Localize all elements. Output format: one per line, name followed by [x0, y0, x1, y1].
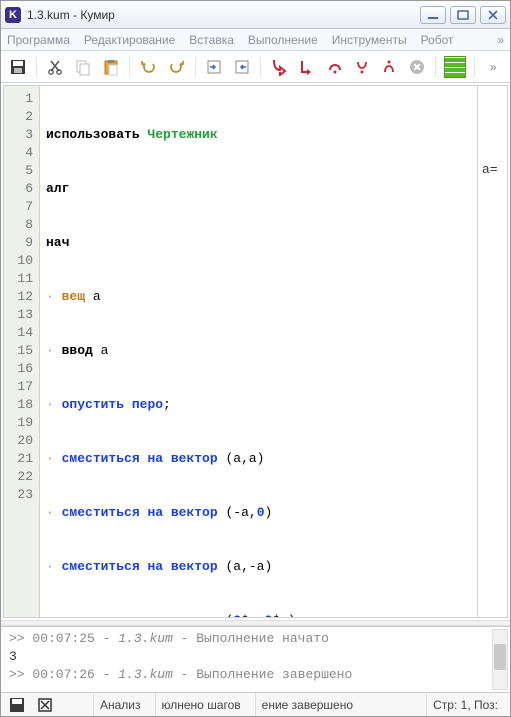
paste-icon[interactable] [100, 56, 121, 78]
indent-right-icon[interactable] [204, 56, 225, 78]
menu-run[interactable]: Выполнение [248, 33, 318, 47]
status-clear-icon[interactable] [35, 696, 55, 714]
console-scrollbar[interactable] [492, 629, 508, 690]
editor-area: 1234567891011121314151617181920212223 ис… [3, 85, 508, 618]
step-out-icon[interactable] [379, 56, 400, 78]
line-gutter: 1234567891011121314151617181920212223 [4, 86, 40, 617]
title-bar: K 1.3.kum - Кумир [1, 1, 510, 29]
menu-insert[interactable]: Вставка [189, 33, 234, 47]
separator [36, 57, 37, 77]
app-icon: K [5, 7, 21, 23]
console-output-value: 3 [9, 649, 502, 667]
status-analysis: Анализ [93, 693, 147, 716]
indent-left-icon[interactable] [231, 56, 252, 78]
separator [195, 57, 196, 77]
copy-icon[interactable] [73, 56, 94, 78]
output-console[interactable]: >> 00:07:25 - 1.3.kum - Выполнение начат… [1, 626, 510, 692]
separator [129, 57, 130, 77]
values-column: a= [477, 86, 507, 617]
var-hint: a= [478, 162, 507, 180]
maximize-button[interactable] [450, 6, 476, 24]
redo-icon[interactable] [166, 56, 187, 78]
menu-edit[interactable]: Редактирование [84, 33, 175, 47]
scroll-thumb[interactable] [494, 644, 506, 670]
separator [474, 57, 475, 77]
menu-program[interactable]: Программа [7, 33, 70, 47]
stop-icon[interactable] [406, 56, 427, 78]
run-icon[interactable] [269, 56, 290, 78]
status-steps: юлнено шагов [155, 693, 247, 716]
toolbar: » [1, 51, 510, 83]
status-save-icon[interactable] [7, 696, 27, 714]
separator [260, 57, 261, 77]
status-bar: Анализ юлнено шагов ение завершено Стр: … [1, 692, 510, 716]
menu-overflow-icon[interactable]: » [497, 33, 504, 47]
menu-bar: Программа Редактирование Вставка Выполне… [1, 29, 510, 51]
undo-icon[interactable] [138, 56, 159, 78]
actor-window-icon[interactable] [444, 56, 465, 78]
save-icon[interactable] [7, 56, 28, 78]
window-title: 1.3.kum - Кумир [27, 8, 420, 22]
toolbar-overflow-icon[interactable]: » [483, 56, 504, 78]
cut-icon[interactable] [45, 56, 66, 78]
separator [435, 57, 436, 77]
menu-tools[interactable]: Инструменты [332, 33, 407, 47]
step-over-icon[interactable] [324, 56, 345, 78]
run-plain-icon[interactable] [297, 56, 318, 78]
status-position: Стр: 1, Поз: [426, 693, 504, 716]
minimize-button[interactable] [420, 6, 446, 24]
close-button[interactable] [480, 6, 506, 24]
code-editor[interactable]: использовать Чертежник алг нач · вещ a ·… [40, 86, 477, 617]
step-into-icon[interactable] [351, 56, 372, 78]
menu-robot[interactable]: Робот [421, 33, 454, 47]
status-state: ение завершено [255, 693, 359, 716]
